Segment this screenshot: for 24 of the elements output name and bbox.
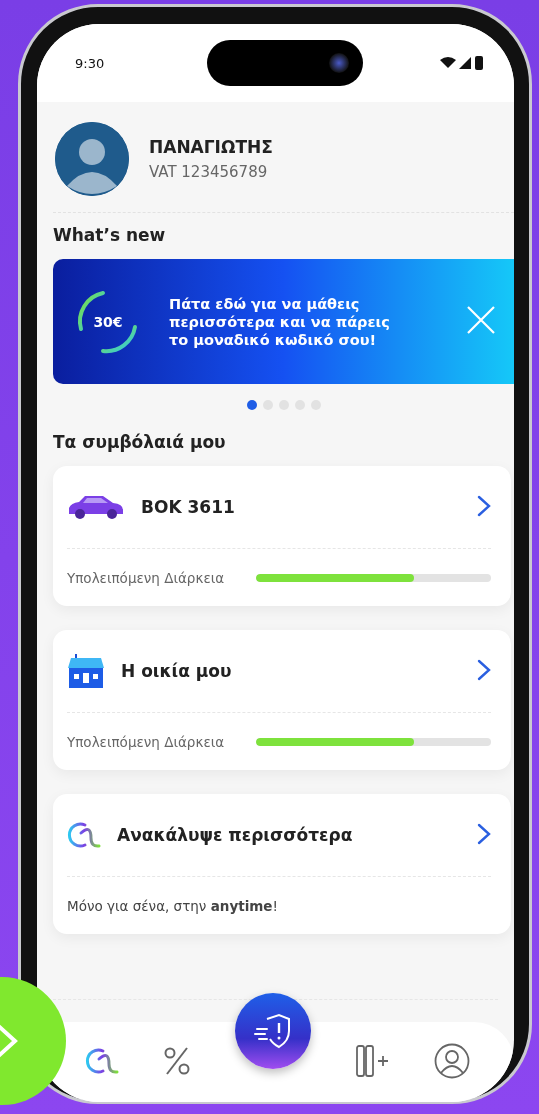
remaining-duration-label: Υπολειπόμενη Διάρκεια <box>67 733 225 750</box>
card-title: Ανακάλυψε περισσότερα <box>117 825 353 845</box>
page-dot[interactable] <box>246 400 257 410</box>
card-title: ΒΟΚ 3611 <box>141 497 235 517</box>
card-subtitle: Μόνο για σένα, στην anytime! <box>67 897 278 914</box>
add-cards-icon[interactable] <box>355 1044 390 1080</box>
car-icon <box>67 494 125 520</box>
card-title: Η οικία μου <box>121 661 232 681</box>
promo-banner[interactable]: 30€ Πάτα εδώ για να μάθεις περισσότερα και να πάρεις το μοναδικό κωδικό σου! <box>53 259 514 384</box>
section-title: What’s new <box>53 225 167 245</box>
section-title: Τα συμβόλαιά μου <box>53 432 227 452</box>
vat-number: VAT 123456789 <box>149 163 269 181</box>
contract-card[interactable]: ΒΟΚ 3611 Υπολειπόμενη Διάρκεια <box>53 466 511 606</box>
contract-card[interactable]: Η οικία μου Υπολειπόμενη Διάρκεια <box>53 630 511 770</box>
remaining-duration-label: Υπολειπόμενη Διάρκεια <box>67 569 225 586</box>
status-icons-icon <box>440 56 484 70</box>
bonus-amount: 30€ <box>93 313 123 330</box>
shield-alert-button[interactable] <box>235 993 312 1069</box>
contract-card[interactable]: Ανακάλυψε περισσότερα Μόνο για σένα, στην anytime! <box>53 794 511 934</box>
logo-icon <box>67 820 101 850</box>
promo-text: Πάτα εδώ για να μάθεις περισσότερα και να πάρεις το μοναδικό κωδικό σου! <box>169 294 391 349</box>
house-icon <box>67 654 105 688</box>
status-time: 9:30 <box>75 55 105 71</box>
user-name: ΠΑΝΑΓΙΩΤΗΣ <box>149 137 273 157</box>
